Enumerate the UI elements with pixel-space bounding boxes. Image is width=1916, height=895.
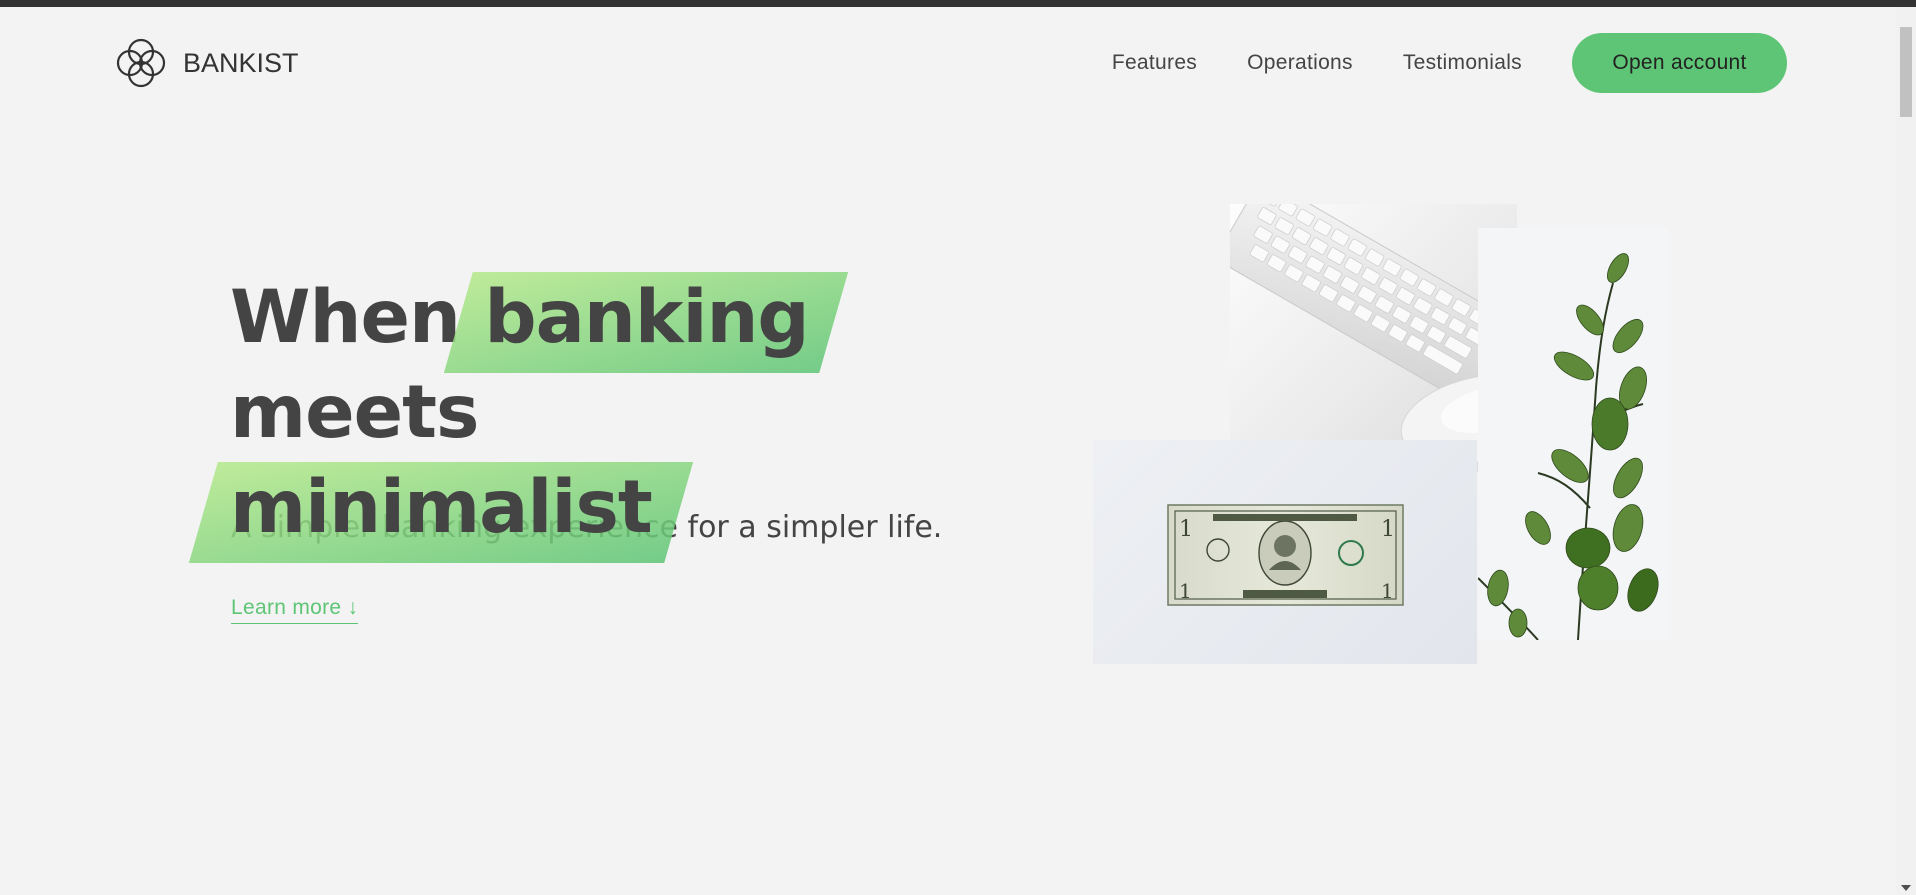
nav-link-features[interactable]: Features (1112, 51, 1197, 75)
nav-links: Features Operations Testimonials Open ac… (1112, 33, 1787, 93)
hero-title-highlight: minimalist (230, 460, 653, 555)
browser-top-bar (0, 0, 1916, 7)
scroll-down-arrow-icon[interactable] (1901, 885, 1911, 891)
hero-title-word: meets (230, 370, 479, 455)
svg-text:1: 1 (1381, 517, 1395, 542)
four-circles-logo-icon (116, 38, 166, 88)
keyboard-mouse-image (1230, 204, 1517, 472)
navigation-bar: BANKIST Features Operations Testimonials… (0, 7, 1896, 117)
nav-link-testimonials[interactable]: Testimonials (1403, 51, 1522, 75)
dollar-bill-image: 1 1 1 1 (1093, 440, 1477, 664)
open-account-button[interactable]: Open account (1572, 33, 1787, 93)
svg-text:1: 1 (1179, 517, 1193, 542)
svg-text:1: 1 (1179, 579, 1192, 603)
nav-link-operations[interactable]: Operations (1247, 51, 1353, 75)
hero-title-highlight: banking (484, 270, 809, 365)
learn-more-link[interactable]: Learn more ↓ (231, 596, 359, 624)
logo[interactable]: BANKIST (111, 33, 299, 93)
scrollbar-thumb[interactable] (1900, 27, 1912, 117)
eucalyptus-plant-image (1478, 228, 1668, 640)
hero-title-word: When (230, 275, 461, 360)
brand-name: BANKIST (183, 47, 299, 78)
vertical-scrollbar[interactable] (1896, 7, 1916, 895)
svg-text:1: 1 (1381, 579, 1394, 603)
